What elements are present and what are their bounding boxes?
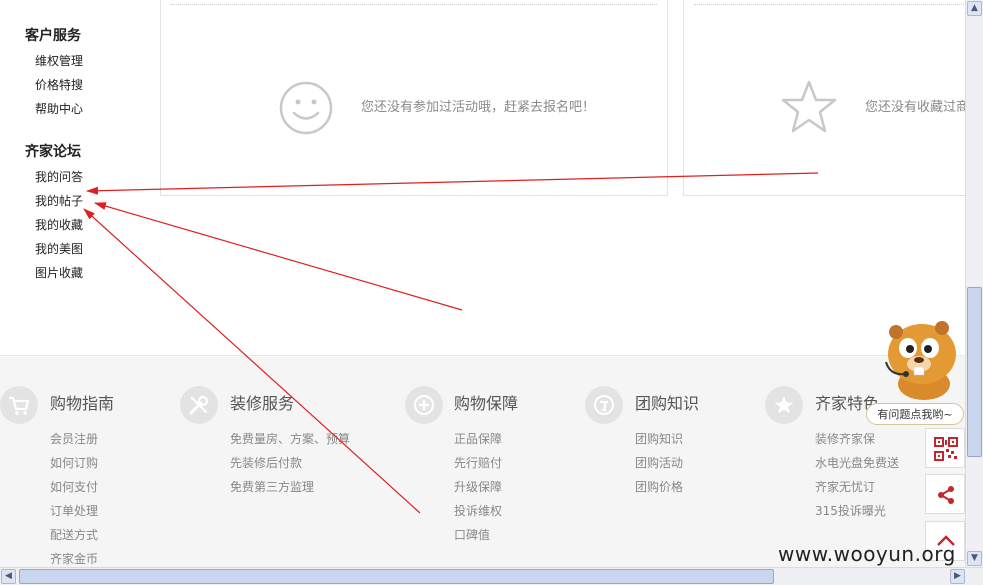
plus-shield-icon — [405, 386, 443, 424]
footer-link[interactable]: 正品保障 — [454, 430, 502, 447]
favorites-empty-message: 您还没有收藏过商 — [865, 100, 967, 115]
help-bubble[interactable]: 有问题点我哟~ — [866, 403, 964, 425]
sidebar-link-my-photos[interactable]: 我的美图 — [35, 240, 83, 257]
footer-link[interactable]: 先装修后付款 — [230, 454, 302, 471]
footer-col-title-shopping-guide: 购物指南 — [50, 394, 115, 413]
star-badge-icon — [765, 386, 803, 424]
footer-link[interactable]: 先行赔付 — [454, 454, 502, 471]
scroll-down-button[interactable]: ▼ — [967, 551, 982, 566]
footer-link[interactable]: 315投诉曝光 — [815, 502, 886, 519]
footer-col-title-shopping-guarantee: 购物保障 — [454, 394, 519, 413]
footer-link[interactable]: 如何支付 — [50, 478, 98, 495]
star-outline-icon — [781, 80, 837, 133]
footer-link[interactable]: 团购活动 — [635, 454, 683, 471]
footer-link[interactable]: 水电光盘免费送 — [815, 454, 899, 471]
footer-link[interactable]: 团购价格 — [635, 478, 683, 495]
footer-link[interactable]: 订单处理 — [50, 502, 98, 519]
sidebar-link-my-posts[interactable]: 我的帖子 — [35, 192, 83, 209]
cart-icon — [0, 386, 38, 424]
footer-col-title-decoration-service: 装修服务 — [230, 394, 295, 413]
horizontal-scroll-thumb[interactable] — [19, 569, 774, 584]
footer-link[interactable]: 免费第三方监理 — [230, 478, 314, 495]
tools-icon — [180, 386, 218, 424]
qr-code-icon — [934, 437, 958, 461]
qr-code-button[interactable] — [925, 428, 965, 468]
panel-divider — [171, 4, 657, 5]
group-buy-icon — [585, 386, 623, 424]
activities-panel: 您还没有参加过活动哦，赶紧去报名吧！ — [160, 0, 668, 196]
footer-link[interactable]: 配送方式 — [50, 526, 98, 543]
sidebar-section-title-customer-service: 客户服务 — [25, 28, 81, 44]
beaver-mascot-icon[interactable] — [876, 318, 964, 402]
footer-link[interactable]: 齐家无忧订 — [815, 478, 875, 495]
footer-link[interactable]: 升级保障 — [454, 478, 502, 495]
sidebar: 客户服务 维权管理 价格特搜 帮助中心 齐家论坛 我的问答 我的帖子 我的收藏 … — [0, 0, 160, 355]
vertical-scroll-thumb[interactable] — [967, 287, 982, 457]
sidebar-link-help-center[interactable]: 帮助中心 — [35, 100, 83, 117]
favorites-panel: 您还没有收藏过商 — [683, 0, 974, 196]
sidebar-link-my-favorites[interactable]: 我的收藏 — [35, 216, 83, 233]
footer: 购物指南 会员注册 如何订购 如何支付 订单处理 配送方式 齐家金币 装修服务 … — [0, 355, 967, 571]
activities-empty-message: 您还没有参加过活动哦，赶紧去报名吧！ — [361, 100, 596, 115]
sidebar-section-title-forum: 齐家论坛 — [25, 144, 81, 160]
footer-link[interactable]: 免费量房、方案、预算 — [230, 430, 350, 447]
smiley-icon — [279, 81, 333, 135]
scroll-right-button[interactable]: ▶ — [950, 569, 965, 584]
scroll-left-button[interactable]: ◀ — [1, 569, 16, 584]
share-button[interactable] — [925, 474, 965, 514]
watermark: www.wooyun.org — [778, 542, 956, 566]
sidebar-link-image-favorites[interactable]: 图片收藏 — [35, 264, 83, 281]
sidebar-link-my-qa[interactable]: 我的问答 — [35, 168, 83, 185]
footer-link[interactable]: 口碑值 — [454, 526, 490, 543]
footer-link[interactable]: 团购知识 — [635, 430, 683, 447]
footer-link[interactable]: 齐家金币 — [50, 550, 98, 567]
footer-link[interactable]: 会员注册 — [50, 430, 98, 447]
footer-col-title-group-buy: 团购知识 — [635, 394, 700, 413]
footer-link[interactable]: 投诉维权 — [454, 502, 502, 519]
scroll-up-button[interactable]: ▲ — [967, 1, 982, 16]
footer-link[interactable]: 如何订购 — [50, 454, 98, 471]
sidebar-link-rights-management[interactable]: 维权管理 — [35, 52, 83, 69]
share-icon — [938, 486, 954, 504]
footer-link[interactable]: 装修齐家保 — [815, 430, 875, 447]
sidebar-link-price-search[interactable]: 价格特搜 — [35, 76, 83, 93]
panel-divider — [694, 4, 964, 5]
vertical-scrollbar[interactable]: ▲ ▼ — [965, 0, 983, 568]
horizontal-scrollbar[interactable]: ◀ ▶ — [0, 567, 983, 585]
